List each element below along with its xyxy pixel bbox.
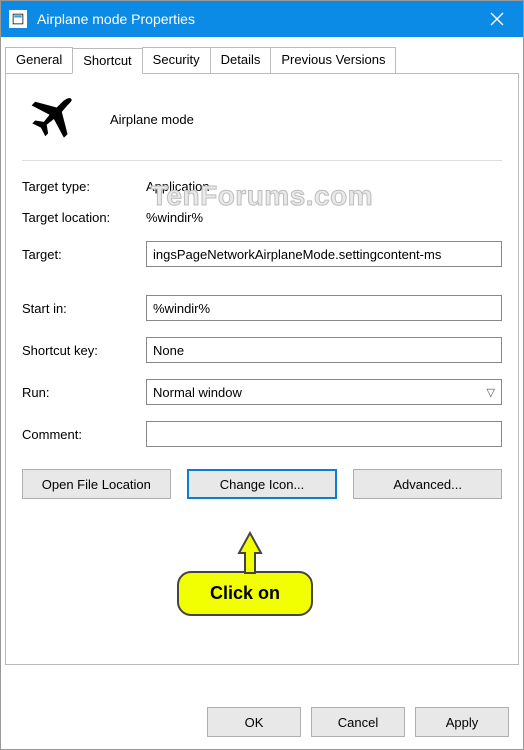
run-select[interactable]: Normal window ▽: [146, 379, 502, 405]
run-select-value: Normal window: [153, 385, 242, 400]
tab-security[interactable]: Security: [142, 47, 211, 73]
open-file-location-button[interactable]: Open File Location: [22, 469, 171, 499]
cancel-button[interactable]: Cancel: [311, 707, 405, 737]
shortcut-header: Airplane mode: [22, 90, 502, 161]
label-start-in: Start in:: [22, 301, 146, 316]
callout-bubble: Click on: [177, 571, 313, 616]
airplane-icon: [28, 96, 74, 142]
titlebar: Airplane mode Properties: [1, 1, 523, 37]
callout-arrow-icon: [235, 531, 265, 575]
row-target: Target:: [22, 241, 502, 267]
window-title: Airplane mode Properties: [37, 11, 195, 27]
tab-previous-versions[interactable]: Previous Versions: [270, 47, 396, 73]
comment-input[interactable]: [146, 421, 502, 447]
label-target-location: Target location:: [22, 210, 146, 225]
tab-details[interactable]: Details: [210, 47, 272, 73]
row-start-in: Start in:: [22, 295, 502, 321]
label-target-type: Target type:: [22, 179, 146, 194]
start-in-input[interactable]: [146, 295, 502, 321]
chevron-down-icon: ▽: [487, 386, 495, 399]
label-target: Target:: [22, 247, 146, 262]
change-icon-button[interactable]: Change Icon...: [187, 469, 338, 499]
ok-button[interactable]: OK: [207, 707, 301, 737]
value-target-location: %windir%: [146, 210, 203, 225]
row-run: Run: Normal window ▽: [22, 379, 502, 405]
value-target-type: Application: [146, 179, 210, 194]
shortcut-key-input[interactable]: [146, 337, 502, 363]
label-run: Run:: [22, 385, 146, 400]
row-shortcut-key: Shortcut key:: [22, 337, 502, 363]
label-comment: Comment:: [22, 427, 146, 442]
action-button-row: Open File Location Change Icon... Advanc…: [22, 469, 502, 499]
row-target-location: Target location: %windir%: [22, 210, 502, 225]
close-button[interactable]: [475, 1, 519, 37]
tab-general[interactable]: General: [5, 47, 73, 73]
tab-shortcut[interactable]: Shortcut: [72, 48, 142, 74]
shortcut-name: Airplane mode: [110, 112, 194, 127]
callout: Click on: [177, 571, 313, 616]
apply-button[interactable]: Apply: [415, 707, 509, 737]
row-target-type: Target type: Application: [22, 179, 502, 194]
advanced-button[interactable]: Advanced...: [353, 469, 502, 499]
window-icon: [9, 10, 27, 28]
tab-strip: General Shortcut Security Details Previo…: [5, 47, 519, 73]
label-shortcut-key: Shortcut key:: [22, 343, 146, 358]
row-comment: Comment:: [22, 421, 502, 447]
target-input[interactable]: [146, 241, 502, 267]
dialog-footer: OK Cancel Apply: [207, 707, 509, 737]
